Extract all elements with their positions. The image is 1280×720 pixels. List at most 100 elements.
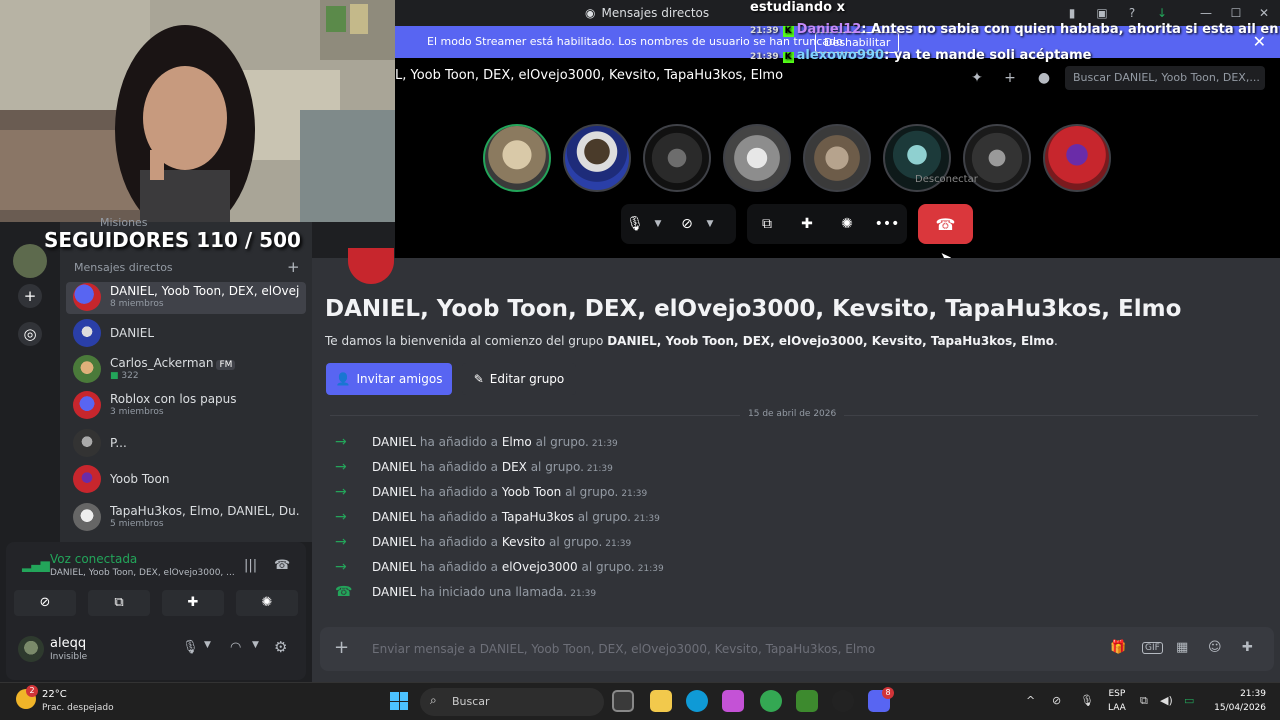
participant-avatar[interactable] [1043, 124, 1111, 192]
battery-icon[interactable]: ▭ [1184, 694, 1194, 707]
participant-avatar[interactable] [723, 124, 791, 192]
download-icon[interactable]: ↓ [1154, 5, 1170, 21]
voice-call-area: L, Yoob Toon, DEX, elOvejo3000, Kevsito,… [395, 58, 1280, 266]
file-explorer-icon[interactable] [650, 690, 672, 712]
obs-icon[interactable] [832, 690, 854, 712]
inbox-icon[interactable]: ▣ [1094, 5, 1110, 21]
chevron-down-icon[interactable]: ▼ [204, 640, 211, 650]
copilot-icon[interactable] [722, 690, 744, 712]
invite-friends-button[interactable]: 👤 Invitar amigos [326, 363, 452, 395]
headphones-icon[interactable]: ◠ [230, 640, 241, 655]
discord-logo-icon: ◉ [585, 6, 596, 20]
dm-item[interactable]: DANIEL [66, 318, 306, 350]
edit-group-button[interactable]: ✎ Editar grupo [462, 363, 576, 395]
sticker-icon[interactable]: ▦ [1176, 640, 1188, 655]
dm-item[interactable]: DANIEL, Yoob Toon, DEX, elOvejo3000... 8… [66, 282, 306, 314]
new-dm-icon[interactable]: + [287, 258, 300, 276]
chrome-icon[interactable] [760, 690, 782, 712]
language-indicator[interactable]: ESP LAA [1108, 687, 1126, 715]
dm-item[interactable]: Roblox con los papus 3 miembros [66, 390, 306, 422]
windows-taskbar: 2 22°C Prac. despejado ⌕ Buscar 8 ^ ⊘ 🎙 … [0, 682, 1280, 720]
camera-off-icon[interactable]: ⊘ [14, 590, 76, 616]
username[interactable]: aleqq [50, 636, 86, 651]
followers-overlay: SEGUIDORES 110 / 500 [44, 228, 301, 252]
apps-icon[interactable]: ✚ [1242, 640, 1253, 655]
maximize-icon[interactable]: ☐ [1228, 5, 1244, 21]
settings-gear-icon[interactable]: ⚙ [274, 638, 287, 656]
screen-share-icon[interactable]: ⧉ [753, 204, 781, 244]
message-input[interactable]: Enviar mensaje a DANIEL, Yoob Toon, DEX,… [372, 642, 875, 656]
dm-item[interactable]: TapaHu3kos, Elmo, DANIEL, Du... 5 miembr… [66, 502, 306, 534]
dm-item[interactable]: Yoob Toon [66, 464, 306, 496]
more-options-icon[interactable]: ••• [873, 204, 901, 244]
minecraft-icon[interactable] [796, 690, 818, 712]
windows-start-icon[interactable] [390, 692, 408, 710]
microphone-icon[interactable]: 🎙 [621, 204, 649, 244]
soundboard-icon[interactable]: ✺ [236, 590, 298, 616]
disconnect-button[interactable]: ☎ [918, 204, 973, 244]
participant-avatar[interactable] [803, 124, 871, 192]
attach-plus-icon[interactable]: + [334, 637, 349, 658]
join-arrow-icon: → [335, 459, 347, 475]
date-separator: 15 de abril de 2026 [740, 409, 845, 419]
welcome-text: Te damos la bienvenida al comienzo del g… [325, 334, 1058, 348]
system-message: → DANIEL ha añadido a elOvejo3000 al gru… [335, 559, 664, 575]
emoji-icon[interactable]: ☺ [1208, 640, 1222, 655]
activities-icon[interactable]: ✚ [162, 590, 224, 616]
screen-share-icon[interactable]: ⧉ [88, 590, 150, 616]
discover-icon[interactable]: ◎ [18, 322, 42, 346]
soundboard-icon[interactable]: ✺ [833, 204, 861, 244]
noise-suppression-icon[interactable]: ||| [244, 558, 257, 573]
participant-avatar[interactable] [483, 124, 551, 192]
signal-icon[interactable]: ▂▄▆ [22, 558, 50, 572]
disconnect-voice-icon[interactable]: ☎ [274, 558, 290, 573]
chevron-down-icon[interactable]: ▼ [649, 204, 667, 244]
network-off-icon[interactable]: ⊘ [1052, 694, 1061, 707]
chevron-down-icon[interactable]: ▼ [701, 204, 719, 244]
user-avatar[interactable] [18, 636, 44, 662]
voice-connection-panel: ▂▄▆ Voz conectada DANIEL, Yoob Toon, DEX… [6, 542, 306, 622]
participant-avatar[interactable] [563, 124, 631, 192]
gif-icon[interactable]: GIF [1142, 642, 1163, 654]
group-avatar [73, 391, 101, 419]
discord-badge: 8 [882, 687, 894, 699]
activities-icon[interactable]: ✚ [793, 204, 821, 244]
chevron-down-icon[interactable]: ▼ [252, 640, 259, 650]
kick-badge-icon: K [782, 52, 794, 63]
microphone-icon[interactable]: 🎙 [1080, 694, 1094, 707]
taskbar-search[interactable]: ⌕ Buscar [420, 688, 604, 716]
direct-messages-avatar[interactable] [13, 244, 47, 278]
join-arrow-icon: → [335, 534, 347, 550]
voice-state[interactable]: Voz conectada [50, 552, 137, 566]
system-message: → DANIEL ha añadido a Elmo al grupo. 21:3… [335, 434, 618, 450]
task-view-icon[interactable] [612, 690, 634, 712]
help-icon[interactable]: ? [1124, 5, 1140, 21]
edge-icon[interactable] [686, 690, 708, 712]
dm-section-header: Mensajes directos [74, 261, 173, 274]
conversation-search-input[interactable]: Buscar DANIEL, Yoob Toon, DEX,... [1065, 66, 1265, 90]
volume-icon[interactable]: ◀) [1160, 694, 1173, 707]
window-close-icon[interactable]: ✕ [1256, 5, 1272, 21]
message-composer[interactable]: + Enviar mensaje a DANIEL, Yoob Toon, DE… [320, 627, 1274, 671]
add-user-icon: 👤 [335, 372, 351, 386]
user-avatar [73, 319, 101, 347]
disconnect-tooltip: Desconectar [915, 174, 978, 185]
dm-item[interactable]: P... [66, 428, 306, 460]
members-icon[interactable]: ● [1035, 70, 1053, 88]
minimize-icon[interactable]: — [1198, 5, 1214, 21]
wifi-icon[interactable]: ⧉ [1140, 694, 1148, 708]
add-member-icon[interactable]: + [1001, 70, 1019, 88]
participant-avatar[interactable] [643, 124, 711, 192]
camera-off-icon[interactable]: ⊘ [673, 204, 701, 244]
stream-chat-line: 21:39 Kalexowo990: ya te mande soli acépt… [750, 48, 1092, 63]
dm-item[interactable]: Carlos_Ackerman FM ■ 322 [66, 354, 306, 386]
bookmark-icon[interactable]: ▮ [1064, 5, 1080, 21]
taskbar-clock[interactable]: 21:39 15/04/2026 [1214, 687, 1266, 715]
chevron-up-icon[interactable]: ^ [1026, 694, 1035, 707]
call-header-title: L, Yoob Toon, DEX, elOvejo3000, Kevsito,… [395, 68, 784, 83]
gift-icon[interactable]: 🎁 [1110, 640, 1126, 655]
pin-icon[interactable]: ✦ [968, 70, 986, 88]
add-server-icon[interactable]: + [18, 284, 42, 308]
microphone-icon[interactable]: 🎙 [182, 640, 199, 655]
call-actions: ⧉ ✚ ✺ ••• [747, 204, 907, 244]
